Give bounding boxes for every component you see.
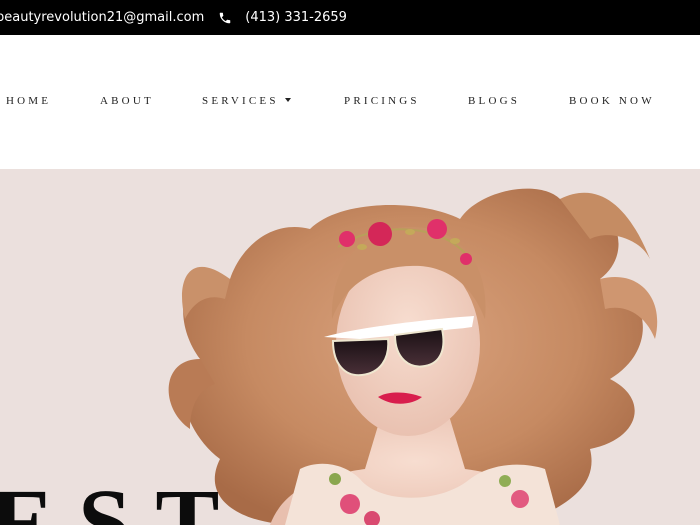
nav-services[interactable]: SERVICES xyxy=(202,95,291,107)
email-link[interactable]: beautyrevolution21@gmail.com xyxy=(0,10,204,25)
top-contact-bar: beautyrevolution21@gmail.com (413) 331-2… xyxy=(0,0,700,35)
nav-about[interactable]: ABOUT xyxy=(100,95,154,107)
hero-heading-partial: EST xyxy=(0,475,700,525)
phone-number[interactable]: (413) 331-2659 xyxy=(245,10,347,25)
nav-home[interactable]: HOME xyxy=(6,95,51,107)
phone-icon xyxy=(218,11,232,25)
nav-book-now[interactable]: BOOK NOW xyxy=(569,95,655,107)
nav-pricings[interactable]: PRICINGS xyxy=(344,95,420,107)
phone-contact[interactable]: (413) 331-2659 xyxy=(218,10,347,25)
caret-down-icon xyxy=(284,98,291,102)
hero-banner: EST xyxy=(0,169,700,525)
nav-blogs[interactable]: BLOGS xyxy=(468,95,520,107)
nav-services-label: SERVICES xyxy=(202,95,279,107)
hero-image-woman-sunglasses xyxy=(168,188,658,525)
main-navigation: HOME ABOUT SERVICES PRICINGS BLOGS BOOK … xyxy=(0,35,700,169)
